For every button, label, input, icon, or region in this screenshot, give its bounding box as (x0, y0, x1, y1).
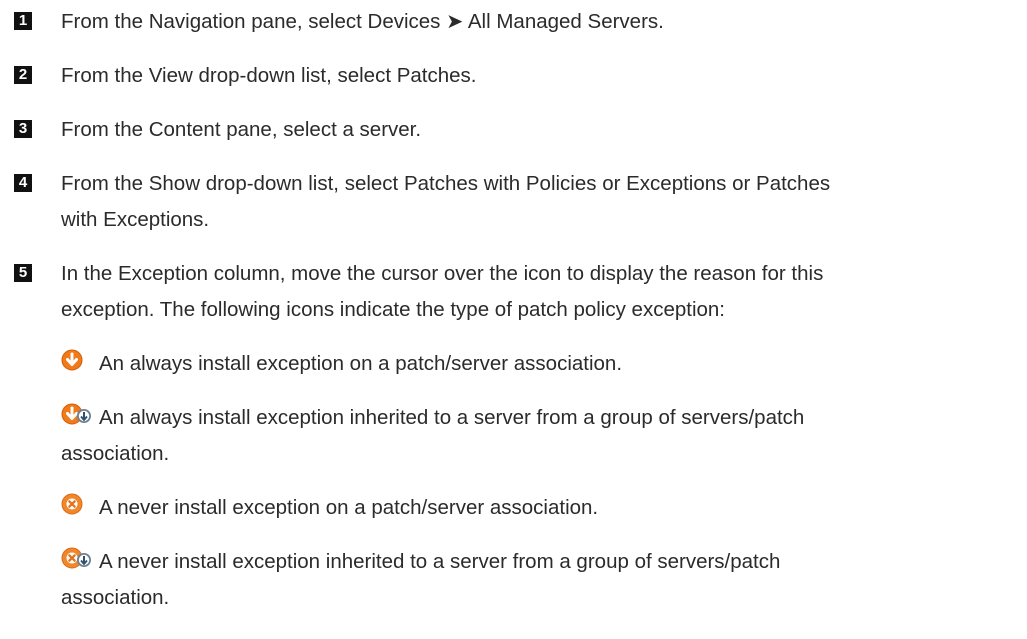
always-install-icon (61, 349, 99, 373)
always-install-inherited-icon (61, 403, 99, 427)
exception-always-install: An always install exception on a patch/s… (61, 346, 1023, 382)
step-number-badge: 4 (14, 174, 32, 192)
never-install-inherited-icon (61, 547, 99, 571)
step-text: From the Navigation pane, select Devices… (61, 10, 664, 33)
step-number-badge: 2 (14, 66, 32, 84)
exception-description-line-1: A never install exception inherited to a… (99, 550, 781, 573)
exception-never-install-inherited: A never install exception inherited to a… (61, 544, 1023, 580)
step-text-line-1: From the Show drop-down list, select Pat… (61, 172, 831, 195)
step-number-badge: 1 (14, 12, 32, 30)
step-text-line-2: exception. The following icons indicate … (61, 298, 725, 321)
step-text: From the View drop-down list, select Pat… (61, 64, 477, 87)
exception-never-install: A never install exception on a patch/ser… (61, 490, 1023, 526)
exception-always-install-inherited: An always install exception inherited to… (61, 400, 1023, 436)
procedure-steps: 1 From the Navigation pane, select Devic… (0, 0, 1027, 639)
step-number-badge: 3 (14, 120, 32, 138)
step-text: From the Content pane, select a server. (61, 118, 422, 141)
exception-description: An always install exception on a patch/s… (99, 352, 623, 375)
exception-description-line-1: An always install exception inherited to… (99, 406, 805, 429)
never-install-icon (61, 493, 99, 517)
step-number-badge: 5 (14, 264, 32, 282)
exception-description-line-2: association. (61, 442, 170, 465)
step-text-line-2: with Exceptions. (61, 208, 210, 231)
step-text-line-1: In the Exception column, move the cursor… (61, 262, 824, 285)
exception-description-line-2: association. (61, 586, 170, 609)
exception-description: A never install exception on a patch/ser… (99, 496, 599, 519)
